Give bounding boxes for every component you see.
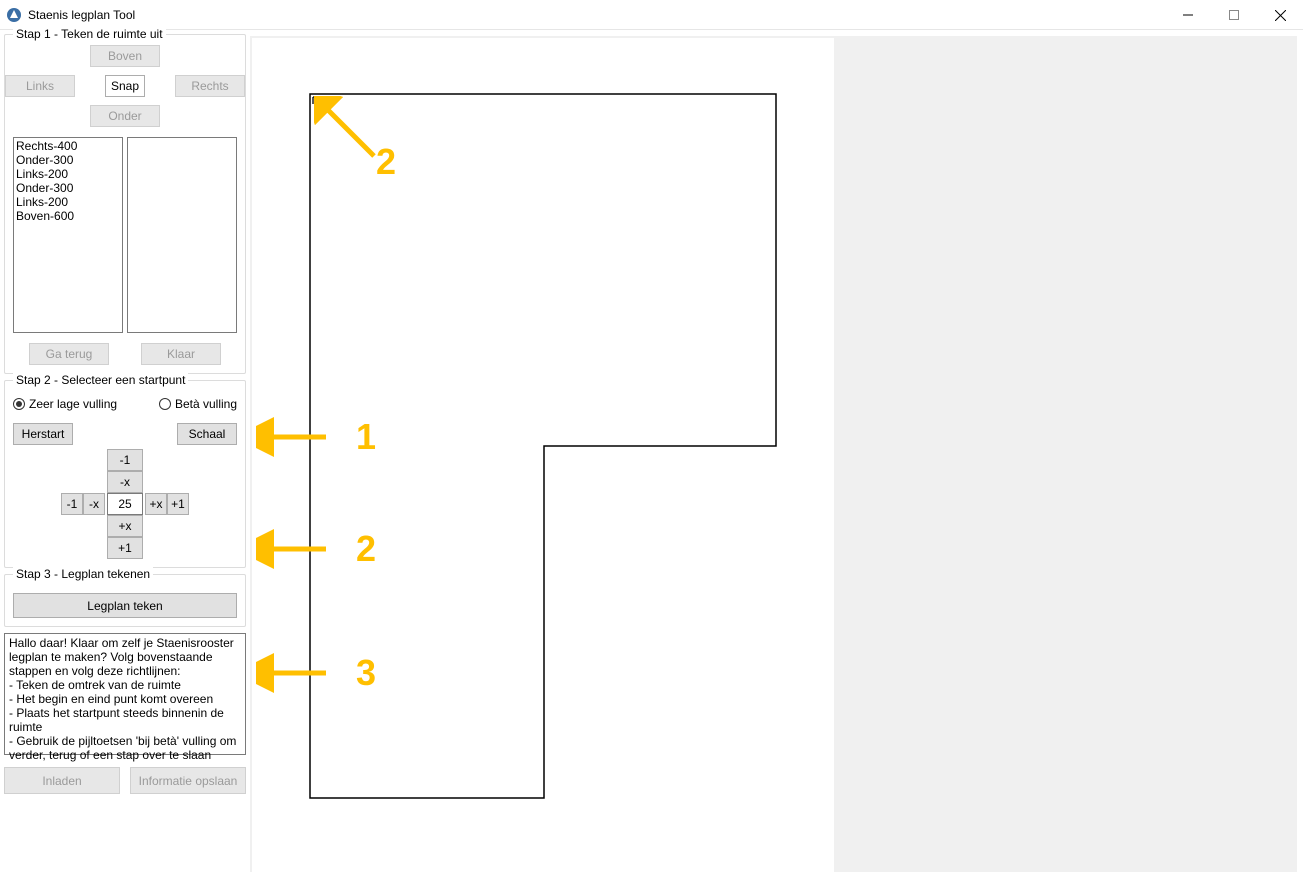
stepper-value-input[interactable]: 25 <box>107 493 143 515</box>
direction-right-button[interactable]: Rechts <box>175 75 245 97</box>
radio-low-fill[interactable]: Zeer lage vulling <box>13 397 117 411</box>
titlebar: Staenis legplan Tool <box>0 0 1303 30</box>
radio-disc-icon <box>159 398 171 410</box>
annotation-3-label: 3 <box>356 652 376 694</box>
app-icon <box>6 7 22 23</box>
step3-legend: Stap 3 - Legplan tekenen <box>13 567 153 581</box>
segments-listbox-left[interactable]: Rechts-400Onder-300Links-200Onder-300Lin… <box>13 137 123 333</box>
radio-beta-label: Betà vulling <box>175 397 237 411</box>
step1-group: Stap 1 - Teken de ruimte uit Boven Links… <box>4 34 246 374</box>
radio-beta-fill[interactable]: Betà vulling <box>159 397 237 411</box>
scale-button[interactable]: Schaal <box>177 423 237 445</box>
scale-stepper: -1 -x -1 -x 25 +x +1 +x +1 <box>13 449 237 559</box>
list-item[interactable]: Rechts-400 <box>16 139 120 153</box>
stepper-left-minus1[interactable]: -1 <box>61 493 83 515</box>
stepper-up-minus1[interactable]: -1 <box>107 449 143 471</box>
list-item[interactable]: Links-200 <box>16 195 120 209</box>
annotation-1-label: 1 <box>356 416 376 458</box>
stepper-down-plusx[interactable]: +x <box>107 515 143 537</box>
maximize-button[interactable] <box>1211 0 1257 30</box>
go-back-button[interactable]: Ga terug <box>29 343 109 365</box>
restart-button[interactable]: Herstart <box>13 423 73 445</box>
stepper-up-minusx[interactable]: -x <box>107 471 143 493</box>
done-button[interactable]: Klaar <box>141 343 221 365</box>
stepper-down-plus1[interactable]: +1 <box>107 537 143 559</box>
load-button[interactable]: Inladen <box>4 767 120 794</box>
annotation-1: 1 <box>256 416 376 458</box>
list-item[interactable]: Boven-600 <box>16 209 120 223</box>
minimize-button[interactable] <box>1165 0 1211 30</box>
radio-disc-icon <box>13 398 25 410</box>
annotation-3: 3 <box>256 652 376 694</box>
drawing-paper[interactable]: 2 <box>252 38 834 878</box>
draw-layplan-button[interactable]: Legplan teken <box>13 593 237 618</box>
segments-listbox-right[interactable] <box>127 137 237 333</box>
annotation-2-label: 2 <box>376 141 396 183</box>
stepper-right-plus1[interactable]: +1 <box>167 493 189 515</box>
instructions-textbox: Hallo daar! Klaar om zelf je Staenisroos… <box>4 633 246 755</box>
window-controls <box>1165 0 1303 30</box>
save-info-button[interactable]: Informatie opslaan <box>130 767 246 794</box>
stepper-left-minusx[interactable]: -x <box>83 493 105 515</box>
snap-button[interactable]: Snap <box>105 75 145 97</box>
drawing-canvas-area: 2 1 <box>250 36 1297 872</box>
list-item[interactable]: Onder-300 <box>16 181 120 195</box>
radio-low-label: Zeer lage vulling <box>29 397 117 411</box>
list-item[interactable]: Links-200 <box>16 167 120 181</box>
annotation-2b-label: 2 <box>356 528 376 570</box>
step2-legend: Stap 2 - Selecteer een startpunt <box>13 373 188 387</box>
sidebar: Stap 1 - Teken de ruimte uit Boven Links… <box>0 30 250 878</box>
window-title: Staenis legplan Tool <box>28 8 135 22</box>
direction-left-button[interactable]: Links <box>5 75 75 97</box>
close-button[interactable] <box>1257 0 1303 30</box>
stepper-right-plusx[interactable]: +x <box>145 493 167 515</box>
step3-group: Stap 3 - Legplan tekenen Legplan teken <box>4 574 246 627</box>
direction-bottom-button[interactable]: Onder <box>90 105 160 127</box>
list-item[interactable]: Onder-300 <box>16 153 120 167</box>
direction-top-button[interactable]: Boven <box>90 45 160 67</box>
step2-group: Stap 2 - Selecteer een startpunt Zeer la… <box>4 380 246 568</box>
annotation-2b: 2 <box>256 528 376 570</box>
step1-legend: Stap 1 - Teken de ruimte uit <box>13 27 166 41</box>
